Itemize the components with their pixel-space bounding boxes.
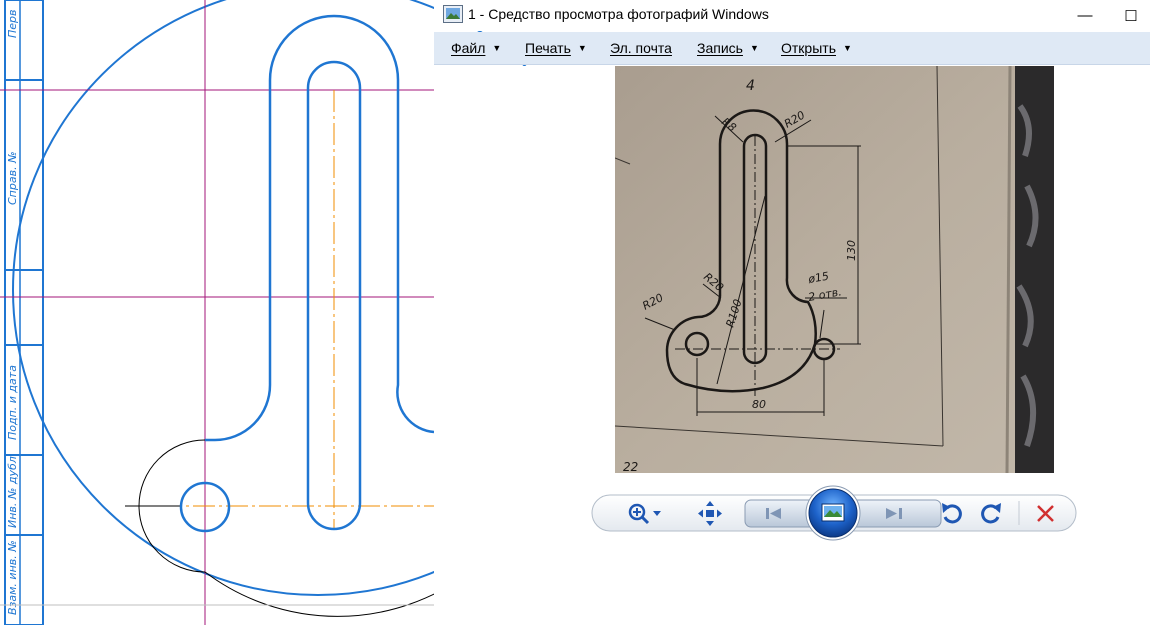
- construction-arc-left: [138, 439, 471, 617]
- dim-height-130: 130: [845, 240, 858, 261]
- photo-display-area[interactable]: 4 R8 R20 130 R20 R100 R20 ø15 2 отв. 80 …: [434, 66, 1150, 473]
- menu-print[interactable]: Печать ▼: [525, 40, 587, 56]
- menu-bar: Файл ▼ Печать ▼ Эл. почта Запись ▼ Открыть ▼: [434, 32, 1150, 65]
- minimize-button[interactable]: —: [1062, 0, 1108, 31]
- stamp-label-vzam: Взам. инв. №: [6, 540, 19, 615]
- photo-viewer-window: 1 - Средство просмотра фотографий Window…: [434, 0, 1150, 625]
- slideshow-button[interactable]: [805, 485, 861, 541]
- part-outline: [205, 14, 435, 442]
- maximize-icon: ☐: [1124, 7, 1138, 25]
- menu-open[interactable]: Открыть ▼: [781, 40, 852, 56]
- control-bar: [434, 473, 1150, 625]
- delete-button[interactable]: [1032, 501, 1060, 527]
- slideshow-icon: [821, 503, 845, 522]
- zoom-button[interactable]: [628, 501, 669, 527]
- previous-button[interactable]: [752, 502, 802, 525]
- next-button[interactable]: [884, 502, 934, 525]
- stamp-label-inv-dubl: Инв. № дубл.: [6, 453, 19, 528]
- chevron-down-icon: ▼: [492, 43, 502, 53]
- dim-width-80: 80: [752, 398, 766, 411]
- chevron-down-icon: ▼: [577, 43, 587, 53]
- rotate-counterclockwise-button[interactable]: [939, 501, 965, 527]
- menu-email[interactable]: Эл. почта: [610, 40, 672, 56]
- photo-image: 4 R8 R20 130 R20 R100 R20 ø15 2 отв. 80 …: [615, 66, 1054, 473]
- photo-bottom-label: 22: [623, 460, 638, 473]
- menu-file[interactable]: Файл ▼: [451, 40, 501, 56]
- chevron-down-icon: ▼: [842, 43, 852, 53]
- rotate-clockwise-button[interactable]: [977, 501, 1003, 527]
- photo-page-number: 4: [746, 78, 755, 94]
- title-bar[interactable]: 1 - Средство просмотра фотографий Window…: [434, 0, 1150, 31]
- stamp-label-perv: Перв: [6, 9, 19, 38]
- minimize-icon: —: [1077, 7, 1093, 24]
- stamp-label-podp: Подп. и дата: [6, 365, 19, 440]
- chevron-down-icon: ▼: [749, 43, 759, 53]
- photo-viewer-icon: [443, 5, 463, 23]
- desktop: Перв Справ. № Подп. и дата Инв. № дубл. …: [0, 0, 1150, 625]
- menu-burn[interactable]: Запись ▼: [697, 40, 759, 56]
- fit-to-window-button[interactable]: [696, 501, 726, 527]
- maximize-button[interactable]: ☐: [1108, 0, 1150, 31]
- drawing-stamp: Перв Справ. № Подп. и дата Инв. № дубл. …: [4, 0, 44, 625]
- stamp-label-sprav: Справ. №: [6, 151, 19, 205]
- window-title: 1 - Средство просмотра фотографий Window…: [468, 6, 769, 22]
